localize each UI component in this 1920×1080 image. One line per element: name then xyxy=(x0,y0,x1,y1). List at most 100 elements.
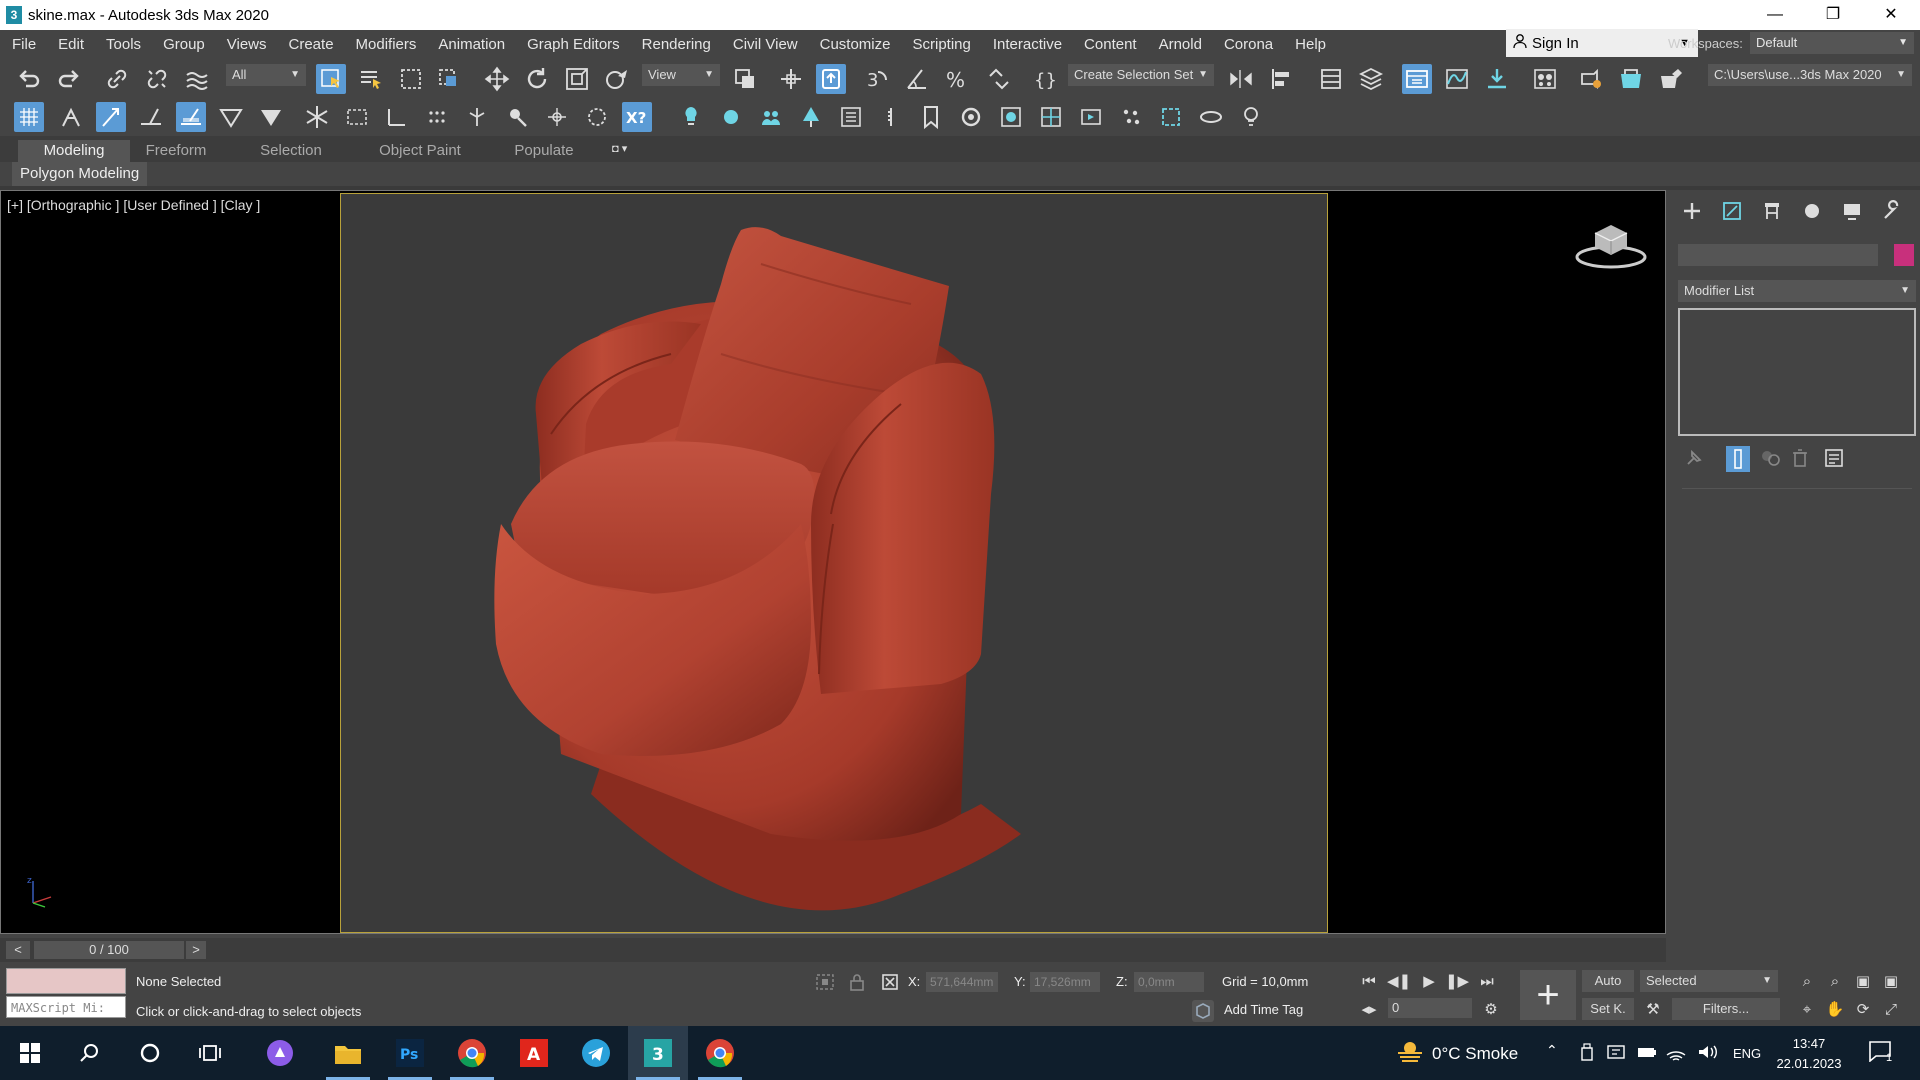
scene-explorer-icon[interactable] xyxy=(1316,64,1346,94)
menu-create[interactable]: Create xyxy=(278,30,345,60)
menu-arnold[interactable]: Arnold xyxy=(1148,30,1213,60)
menu-corona[interactable]: Corona xyxy=(1213,30,1284,60)
close-button[interactable]: ✕ xyxy=(1862,0,1920,30)
reference-coordinate-dropdown[interactable]: View ▼ xyxy=(642,64,720,86)
network-adapter-icon[interactable] xyxy=(1606,1042,1626,1066)
tab-freeform[interactable]: Freeform xyxy=(130,140,222,162)
notifications-icon[interactable]: 1 xyxy=(1868,1040,1898,1066)
tree-icon[interactable] xyxy=(796,102,826,132)
menu-animation[interactable]: Animation xyxy=(427,30,516,60)
pin-stack-icon[interactable] xyxy=(1684,448,1704,472)
menu-help[interactable]: Help xyxy=(1284,30,1337,60)
polygon-modeling-panel[interactable]: Polygon Modeling xyxy=(12,162,148,186)
edit-named-selection-icon[interactable]: {} xyxy=(1030,64,1060,94)
perpendicular-icon[interactable] xyxy=(502,102,532,132)
viewport-layout-icon[interactable] xyxy=(1036,102,1066,132)
toggle-ribbon-icon[interactable] xyxy=(1402,64,1432,94)
pan-icon[interactable]: ✋ xyxy=(1824,998,1846,1020)
maximize-button[interactable]: ❐ xyxy=(1804,0,1862,30)
weather-widget[interactable]: 0°C Smoke xyxy=(1396,1040,1518,1067)
cortana-icon[interactable] xyxy=(120,1026,180,1080)
telegram-icon[interactable] xyxy=(566,1026,626,1080)
maxscript-listener-swatch[interactable] xyxy=(6,968,126,994)
bulb-icon[interactable] xyxy=(1236,102,1266,132)
maxscript-mini-listener[interactable]: MAXScript Mi: xyxy=(6,996,126,1018)
snap-vertex-icon[interactable] xyxy=(96,102,126,132)
windows-start-icon[interactable] xyxy=(0,1026,60,1080)
zoom-extents-all-icon[interactable]: ▣ xyxy=(1880,970,1902,992)
time-prev-button[interactable]: < xyxy=(6,941,30,959)
key-mode-toggle-icon[interactable]: ◂▸ xyxy=(1358,998,1380,1020)
rendered-frame-window-icon[interactable] xyxy=(1616,64,1646,94)
auto-key-button[interactable]: Auto xyxy=(1582,970,1634,992)
play-icon[interactable]: ▶ xyxy=(1418,970,1440,992)
align-icon[interactable] xyxy=(1266,64,1296,94)
snap-edge-icon[interactable] xyxy=(136,102,166,132)
bind-space-warp-icon[interactable] xyxy=(182,64,212,94)
menu-file[interactable]: File xyxy=(0,30,47,60)
menu-group[interactable]: Group xyxy=(152,30,216,60)
safe-frame[interactable] xyxy=(340,193,1328,933)
modify-tab-icon[interactable] xyxy=(1712,196,1752,226)
utilities-tab-icon[interactable] xyxy=(1872,196,1912,226)
key-filters-icon[interactable]: ⚒ xyxy=(1642,998,1664,1020)
make-unique-icon[interactable] xyxy=(1760,448,1782,472)
tab-object-paint[interactable]: Object Paint xyxy=(360,140,480,162)
key-filters-button[interactable]: Filters... xyxy=(1672,998,1780,1020)
move-icon[interactable] xyxy=(482,64,512,94)
time-configuration-icon[interactable]: ⚙ xyxy=(1480,998,1502,1020)
xview-icon[interactable]: X? xyxy=(622,102,652,132)
selection-filter-dropdown[interactable]: All ▼ xyxy=(226,64,306,86)
menu-tools[interactable]: Tools xyxy=(95,30,152,60)
purple-app-icon[interactable] xyxy=(250,1026,310,1080)
zoom-all-icon[interactable]: ⌕ xyxy=(1824,970,1846,992)
snap-pivot-icon[interactable] xyxy=(56,102,86,132)
snap-endpoint-icon[interactable] xyxy=(256,102,286,132)
task-view-icon[interactable] xyxy=(180,1026,240,1080)
rectangular-selection-icon[interactable] xyxy=(396,64,426,94)
absolute-mode-icon[interactable] xyxy=(880,972,900,996)
menu-scripting[interactable]: Scripting xyxy=(901,30,981,60)
acrobat-icon[interactable]: A xyxy=(504,1026,564,1080)
set-key-icon[interactable]: + xyxy=(1520,970,1576,1020)
next-frame-icon[interactable]: ❚▶ xyxy=(1445,970,1469,992)
unlink-icon[interactable] xyxy=(142,64,172,94)
chrome-icon[interactable] xyxy=(690,1026,750,1080)
hierarchy-tab-icon[interactable] xyxy=(1752,196,1792,226)
motion-tab-icon[interactable] xyxy=(1792,196,1832,226)
axis-constraint-icon[interactable] xyxy=(382,102,412,132)
menu-graph-editors[interactable]: Graph Editors xyxy=(516,30,631,60)
layer-explorer-icon[interactable] xyxy=(1356,64,1386,94)
viewcube-icon[interactable] xyxy=(1573,221,1649,275)
mirror-icon[interactable] xyxy=(1226,64,1256,94)
orbit-icon[interactable]: ⟳ xyxy=(1852,998,1874,1020)
set-key-button[interactable]: Set K. xyxy=(1582,998,1634,1020)
viewport[interactable]: [+] [Orthographic ] [User Defined ] [Cla… xyxy=(0,190,1666,934)
x-coordinate-field[interactable]: 571,644mm xyxy=(926,972,998,992)
scale-icon[interactable] xyxy=(562,64,592,94)
link-icon[interactable] xyxy=(102,64,132,94)
populate-idle-icon[interactable] xyxy=(756,102,786,132)
percent-snap-icon[interactable]: % xyxy=(942,64,972,94)
menu-views[interactable]: Views xyxy=(216,30,278,60)
snap-grid-icon[interactable] xyxy=(14,102,44,132)
ribbon-options-icon[interactable]: ◘ ▾ xyxy=(612,142,644,160)
menu-civil-view[interactable]: Civil View xyxy=(722,30,809,60)
time-slider-thumb[interactable]: 0 / 100 xyxy=(34,941,184,959)
menu-interactive[interactable]: Interactive xyxy=(982,30,1073,60)
zoom-extents-icon[interactable]: ▣ xyxy=(1852,970,1874,992)
y-coordinate-field[interactable]: 17,526mm xyxy=(1030,972,1100,992)
add-time-tag[interactable]: Add Time Tag xyxy=(1224,1002,1303,1017)
redo-icon[interactable] xyxy=(54,64,84,94)
frame-icon[interactable] xyxy=(1156,102,1186,132)
file-explorer-icon[interactable] xyxy=(318,1026,378,1080)
selection-set-dropdown[interactable]: Create Selection Set ▼ xyxy=(1068,64,1214,86)
chrome-icon[interactable] xyxy=(442,1026,502,1080)
orbit-icon[interactable] xyxy=(1196,102,1226,132)
volume-icon[interactable] xyxy=(1696,1042,1718,1066)
trash-icon[interactable] xyxy=(1790,448,1810,472)
window-crossing-icon[interactable] xyxy=(434,64,464,94)
select-manipulate-icon[interactable] xyxy=(776,64,806,94)
viewport-shade-icon[interactable] xyxy=(996,102,1026,132)
list-panel-icon[interactable] xyxy=(836,102,866,132)
